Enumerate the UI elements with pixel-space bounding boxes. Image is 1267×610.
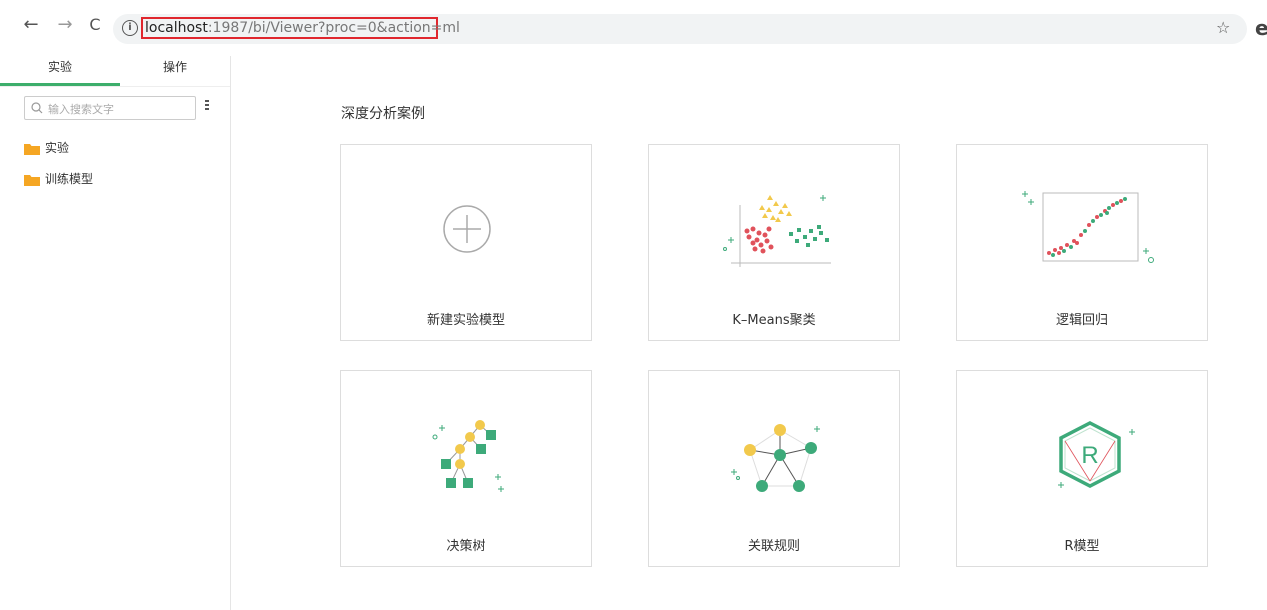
card-label: 决策树 [446,539,486,554]
card-label: R模型 [1064,539,1100,554]
account-icon[interactable]: e [1255,16,1267,40]
url-text[interactable]: localhost:1987/bi/Viewer?proc=0&action=m… [141,17,460,39]
forward-button[interactable]: → [54,14,76,36]
back-button[interactable]: ← [20,14,42,36]
association-rule-icon [731,424,820,492]
bookmark-star-icon[interactable]: ☆ [1216,18,1230,37]
card-kmeans[interactable]: K–Means聚类 [648,144,900,341]
url-path: :1987/bi/Viewer?proc=0&action=ml [207,20,460,36]
card-label: 逻辑回归 [1055,313,1108,328]
folder-icon [24,143,40,155]
search-icon [31,102,43,114]
plus-circle-icon [443,205,491,253]
site-info-icon[interactable]: i [122,20,138,36]
more-menu-icon[interactable] [205,100,211,114]
tree-item-label: 实验 [45,141,70,155]
kmeans-scatter-icon [723,195,831,267]
tab-divider [0,86,230,87]
card-label: K–Means聚类 [732,313,816,328]
card-label: 新建实验模型 [426,313,505,328]
folder-icon [24,174,40,186]
card-label: 关联规则 [747,539,800,554]
page-title: 深度分析案例 [341,106,425,122]
logistic-regression-icon [1022,191,1154,263]
search-placeholder: 输入搜索文字 [48,103,114,116]
tree-item-experiment[interactable]: 实验 [24,140,69,156]
decision-tree-icon [432,420,504,492]
tree-item-trained-models[interactable]: 训练模型 [24,171,93,187]
browser-toolbar: ← → C i localhost:1987/bi/Viewer?proc=0&… [0,0,1267,56]
card-association-rules[interactable]: 关联规则 [648,370,900,567]
tree-item-label: 训练模型 [45,172,94,186]
tab-operation[interactable]: 操作 [115,56,235,86]
card-logistic-regression[interactable]: 逻辑回归 [956,144,1208,341]
card-r-model[interactable]: R R模型 [956,370,1208,567]
card-new-model[interactable]: 新建实验模型 [340,144,592,341]
search-input[interactable]: 输入搜索文字 [24,96,196,120]
reload-button[interactable]: C [84,14,106,36]
svg-text:R: R [1081,442,1098,469]
r-model-icon: R [1058,421,1135,488]
tab-experiment[interactable]: 实验 [0,56,120,86]
url-host: localhost [145,20,208,36]
card-decision-tree[interactable]: 决策树 [340,370,592,567]
sidebar: 实验 操作 输入搜索文字 实验 训练模型 [0,56,231,610]
